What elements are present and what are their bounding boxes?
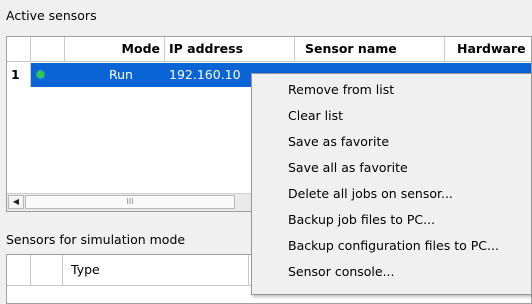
grid-header: Mode IP address Sensor name Hardware [7, 37, 531, 62]
column-header-type[interactable]: Type [63, 255, 249, 285]
ip-address-cell: 192.160.10 [169, 67, 241, 82]
menu-item-save-all-as-favorite[interactable]: Save all as favorite [252, 156, 531, 180]
column-header-ip-address[interactable]: IP address [165, 37, 295, 61]
menu-item-backup-job-files[interactable]: Backup job files to PC... [252, 208, 531, 232]
status-led-icon [37, 71, 44, 78]
active-sensors-title: Active sensors [6, 8, 97, 23]
column-header-hardware[interactable]: Hardware [445, 37, 532, 61]
status-column-header[interactable] [31, 255, 63, 285]
column-header-sensor-name[interactable]: Sensor name [295, 37, 445, 61]
menu-item-delete-all-jobs[interactable]: Delete all jobs on sensor... [252, 182, 531, 206]
menu-item-sensor-console[interactable]: Sensor console... [252, 260, 531, 284]
menu-item-remove-from-list[interactable]: Remove from list [252, 78, 531, 102]
row-header-corner [7, 37, 31, 61]
menu-item-clear-list[interactable]: Clear list [252, 104, 531, 128]
menu-item-save-as-favorite[interactable]: Save as favorite [252, 130, 531, 154]
scroll-left-icon[interactable]: ◀ [8, 195, 24, 209]
simulation-sensors-title: Sensors for simulation mode [6, 232, 186, 247]
column-header-mode[interactable]: Mode [65, 37, 165, 61]
scrollbar-thumb[interactable]: III [25, 195, 235, 209]
mode-cell: Run [109, 67, 133, 82]
menu-item-backup-configuration-files[interactable]: Backup configuration files to PC... [252, 234, 531, 258]
context-menu: Remove from list Clear list Save as favo… [251, 73, 532, 295]
row-number: 1 [7, 63, 31, 87]
status-column-header[interactable] [31, 37, 65, 61]
row-header-corner [7, 255, 31, 285]
